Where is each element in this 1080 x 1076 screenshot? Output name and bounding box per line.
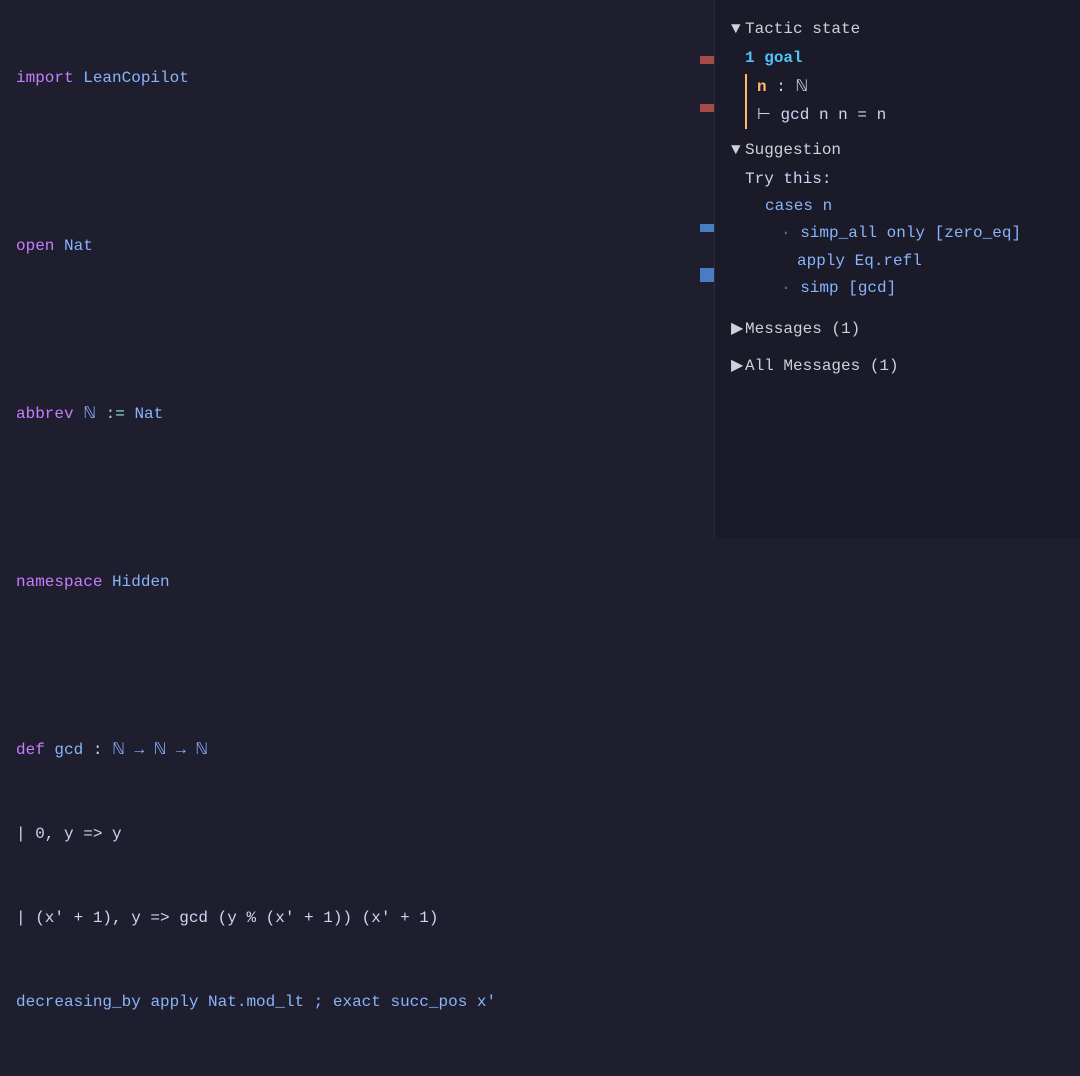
bullet-dot-icon: · <box>781 279 800 297</box>
goal-count-word: goal <box>764 49 802 67</box>
suggestion-subline[interactable]: apply Eq.refl <box>745 248 1064 275</box>
goal-count: 1 goal <box>745 45 1064 72</box>
suggestion-text: simp_all only [zero_eq] <box>800 224 1021 242</box>
goal-line: ⊢ gcd n n = n <box>757 102 1064 129</box>
section-label: Suggestion <box>745 141 841 159</box>
try-this-label: Try this: <box>745 166 1064 193</box>
pattern-line: | (x' + 1), y => gcd (y % (x' + 1)) (x' … <box>16 909 438 927</box>
code-line[interactable]: | (x' + 1), y => gcd (y % (x' + 1)) (x' … <box>16 904 684 932</box>
section-all-messages[interactable]: ▶All Messages (1) <box>731 353 1064 380</box>
turnstile-icon: ⊢ <box>757 106 771 124</box>
abbrev-value: Nat <box>134 405 163 423</box>
suggestion-line[interactable]: cases n <box>745 193 1064 220</box>
info-pane[interactable]: ▼Tactic state 1 goal n : ℕ ⊢ gcd n n = n… <box>714 0 1080 538</box>
section-label: Messages (1) <box>745 320 860 338</box>
scroll-mark-error[interactable] <box>700 104 714 112</box>
keyword-open: open <box>16 237 54 255</box>
editor-pane[interactable]: import LeanCopilot open Nat abbrev ℕ := … <box>0 0 700 538</box>
section-messages[interactable]: ▶Messages (1) <box>731 316 1064 343</box>
chevron-right-icon: ▶ <box>731 316 743 343</box>
hypothesis-line: n : ℕ <box>757 74 1064 101</box>
code-line[interactable]: open Nat <box>16 232 684 260</box>
code-line-empty[interactable] <box>16 148 684 176</box>
suggestion-subline[interactable]: · simp_all only [zero_eq] <box>745 220 1064 247</box>
editor-scrollbar[interactable] <box>700 0 714 538</box>
scroll-mark-info[interactable] <box>700 268 714 282</box>
goal-count-number: 1 <box>745 49 755 67</box>
hypothesis-type: ℕ <box>795 78 808 96</box>
abbrev-name: ℕ <box>83 405 96 423</box>
goal-expression: gcd n n = n <box>781 106 887 124</box>
keyword-namespace: namespace <box>16 573 102 591</box>
suggestion-body: Try this: cases n · simp_all only [zero_… <box>745 166 1064 302</box>
scroll-mark-error[interactable] <box>700 56 714 64</box>
section-tactic-state[interactable]: ▼Tactic state <box>731 16 1064 43</box>
chevron-right-icon: ▶ <box>731 353 743 380</box>
hypothesis-block: n : ℕ ⊢ gcd n n = n <box>745 74 1064 128</box>
code-line[interactable]: namespace Hidden <box>16 568 684 596</box>
code-line[interactable]: abbrev ℕ := Nat <box>16 400 684 428</box>
scroll-mark-info[interactable] <box>700 224 714 232</box>
code-line[interactable]: decreasing_by apply Nat.mod_lt ; exact s… <box>16 988 684 1016</box>
code-line-empty[interactable] <box>16 1072 684 1076</box>
namespace-name: Hidden <box>112 573 170 591</box>
keyword-import: import <box>16 69 74 87</box>
assign-op: := <box>106 405 125 423</box>
code-line-empty[interactable] <box>16 652 684 680</box>
suggestion-subline[interactable]: · simp [gcd] <box>745 275 1064 302</box>
bullet-dot-icon: · <box>781 224 800 242</box>
tactic-text: apply Nat.mod_lt ; exact succ_pos x' <box>150 993 496 1011</box>
hypothesis-colon: : <box>767 78 796 96</box>
suggestion-text: simp [gcd] <box>800 279 896 297</box>
chevron-down-icon: ▼ <box>731 137 743 164</box>
def-type: ℕ → ℕ → ℕ <box>112 741 208 759</box>
keyword-def: def <box>16 741 45 759</box>
code-line[interactable]: def gcd : ℕ → ℕ → ℕ <box>16 736 684 764</box>
colon: : <box>93 741 103 759</box>
def-name: gcd <box>54 741 83 759</box>
hypothesis-name: n <box>757 78 767 96</box>
module-name: Nat <box>64 237 93 255</box>
section-suggestion[interactable]: ▼Suggestion <box>731 137 1064 164</box>
chevron-down-icon: ▼ <box>731 16 743 43</box>
code-line-empty[interactable] <box>16 484 684 512</box>
section-label: Tactic state <box>745 20 860 38</box>
code-line[interactable]: | 0, y => y <box>16 820 684 848</box>
keyword-abbrev: abbrev <box>16 405 74 423</box>
section-label: All Messages (1) <box>745 357 899 375</box>
pattern-line: | 0, y => y <box>16 825 122 843</box>
code-line[interactable]: import LeanCopilot <box>16 64 684 92</box>
decreasing-by: decreasing_by <box>16 993 141 1011</box>
module-name: LeanCopilot <box>83 69 189 87</box>
code-line-empty[interactable] <box>16 316 684 344</box>
